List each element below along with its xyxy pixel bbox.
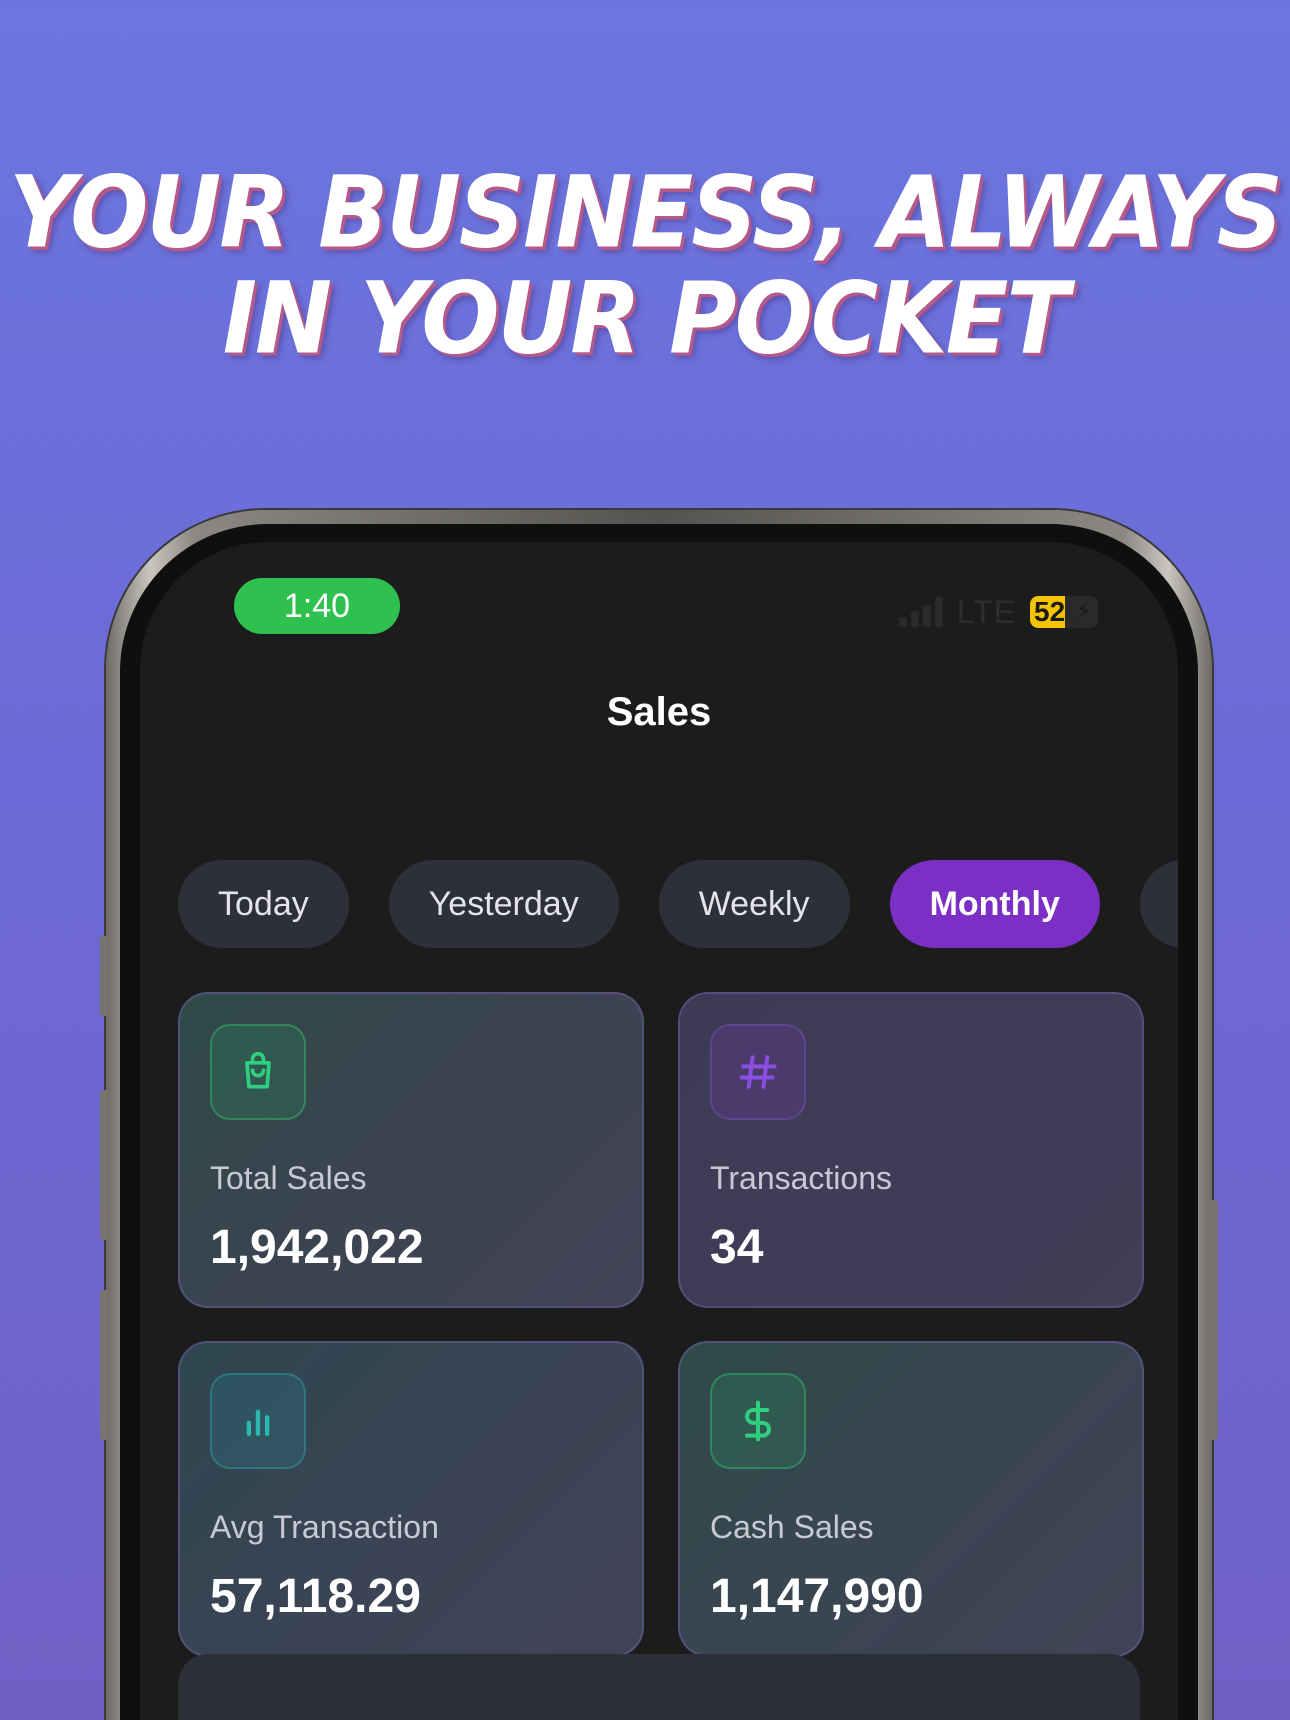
next-section-card[interactable] [178, 1654, 1140, 1720]
stat-card-total-sales[interactable]: Total Sales 1,942,022 [178, 992, 644, 1308]
phone-power-button [1210, 1200, 1218, 1440]
dollar-icon [710, 1373, 806, 1469]
phone-bezel: 1:40 LTE 52 ⚡ Sales Today Yesterday Week… [120, 524, 1198, 1720]
status-time: 1:40 [234, 578, 400, 634]
stat-card-transactions[interactable]: Transactions 34 [678, 992, 1144, 1308]
tab-yesterday[interactable]: Yesterday [388, 860, 619, 948]
stat-label: Transactions [710, 1160, 892, 1196]
headline-line-2: IN YOUR POCKET [222, 260, 1069, 377]
signal-bars-icon [898, 597, 943, 627]
network-type: LTE [956, 593, 1016, 630]
headline: YOUR BUSINESS, ALWAYS IN YOUR POCKET [0, 160, 1290, 372]
phone-volume-down-button [100, 1290, 108, 1440]
stat-value: 57,118.29 [210, 1570, 421, 1623]
phone-frame: 1:40 LTE 52 ⚡ Sales Today Yesterday Week… [100, 510, 1218, 1720]
tab-today[interactable]: Today [178, 860, 349, 948]
stat-card-cash-sales[interactable]: Cash Sales 1,147,990 [678, 1341, 1144, 1657]
page-title: Sales [606, 690, 712, 734]
stat-label: Avg Transaction [210, 1509, 439, 1545]
stat-label: Cash Sales [710, 1509, 874, 1545]
period-filter-tabs: Today Yesterday Weekly Monthly [178, 860, 1178, 948]
battery-indicator: 52 ⚡ [1030, 596, 1098, 628]
stat-value: 1,147,990 [710, 1570, 924, 1623]
stat-label: Total Sales [210, 1160, 367, 1196]
bolt-icon: ⚡ [1075, 598, 1092, 625]
hash-icon [710, 1024, 806, 1120]
tab-weekly[interactable]: Weekly [658, 860, 850, 948]
bar-chart-icon [210, 1373, 306, 1469]
stat-value: 34 [710, 1221, 764, 1274]
phone-mute-switch [100, 936, 108, 1016]
shopping-bag-icon [210, 1024, 306, 1120]
phone-volume-up-button [100, 1090, 108, 1240]
status-indicators: LTE 52 ⚡ [898, 592, 1098, 632]
stat-card-avg-transaction[interactable]: Avg Transaction 57,118.29 [178, 1341, 644, 1657]
stat-value: 1,942,022 [210, 1221, 424, 1274]
app-screen: 1:40 LTE 52 ⚡ Sales Today Yesterday Week… [140, 542, 1178, 1720]
battery-percent: 52 [1034, 596, 1066, 627]
tab-monthly[interactable]: Monthly [889, 860, 1100, 948]
headline-line-1: YOUR BUSINESS, ALWAYS [8, 154, 1283, 271]
tab-next-partial[interactable] [1139, 860, 1178, 948]
